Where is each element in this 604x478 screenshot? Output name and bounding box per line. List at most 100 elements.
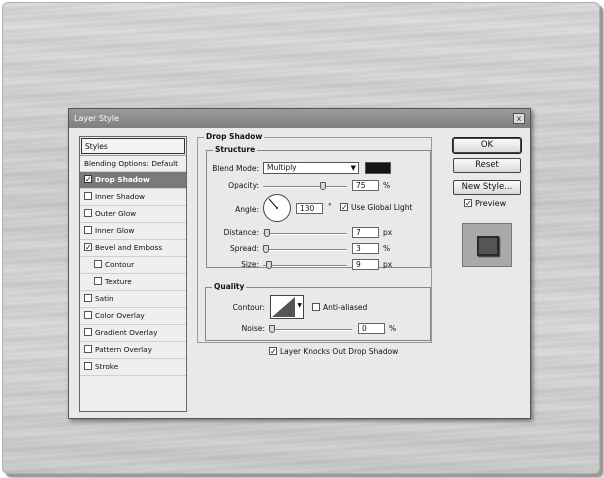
preview-toggle[interactable]: Preview — [464, 199, 506, 208]
style-label: Outer Glow — [95, 209, 137, 218]
layer-knocks-out-checkbox[interactable] — [269, 347, 277, 355]
distance-slider-thumb[interactable] — [264, 229, 270, 237]
structure-title: Structure — [213, 145, 258, 154]
noise-slider-thumb[interactable] — [269, 325, 275, 333]
style-checkbox[interactable] — [94, 260, 102, 268]
style-checkbox[interactable] — [84, 328, 92, 336]
styles-list-item[interactable]: Contour — [80, 257, 186, 274]
use-global-light[interactable]: Use Global Light — [340, 203, 412, 212]
style-checkbox[interactable] — [84, 345, 92, 353]
size-slider[interactable] — [263, 265, 347, 267]
style-label: Blending Options: Default — [84, 159, 178, 168]
blend-mode-label: Blend Mode: — [212, 164, 259, 173]
close-button[interactable]: x — [513, 113, 525, 124]
spread-input[interactable]: 3 — [352, 243, 379, 254]
style-checkbox[interactable] — [84, 226, 92, 234]
quality-title: Quality — [212, 282, 247, 291]
layer-knocks-out-label: Layer Knocks Out Drop Shadow — [280, 347, 399, 356]
size-label: Size: — [241, 260, 259, 269]
style-label: Drop Shadow — [95, 175, 150, 184]
dialog-titlebar[interactable]: Layer Style x — [69, 109, 530, 128]
size-unit: px — [383, 260, 393, 269]
styles-list-item[interactable]: Bevel and Emboss — [80, 240, 186, 257]
close-icon: x — [516, 114, 522, 123]
styles-list-item[interactable]: Drop Shadow — [80, 172, 186, 189]
spread-slider-thumb[interactable] — [263, 245, 269, 253]
styles-list: Styles Blending Options: Default Drop Sha… — [79, 136, 187, 412]
blend-mode-value: Multiply — [267, 163, 297, 172]
reset-button[interactable]: Reset — [453, 158, 521, 173]
style-label: Satin — [95, 294, 114, 303]
opacity-input[interactable]: 75 — [352, 180, 379, 191]
size-slider-thumb[interactable] — [266, 261, 272, 269]
opacity-label: Opacity: — [228, 181, 259, 190]
preview-label: Preview — [475, 199, 507, 208]
preview-swatch — [477, 236, 499, 256]
layer-style-dialog: Layer Style x Styles Blending Options: D… — [68, 108, 531, 419]
layer-knocks-out[interactable]: Layer Knocks Out Drop Shadow — [269, 347, 398, 356]
use-global-light-checkbox[interactable] — [340, 203, 348, 211]
angle-needle-icon — [268, 198, 278, 209]
angle-dial[interactable] — [263, 194, 291, 222]
style-label: Texture — [105, 277, 132, 286]
contour-label: Contour: — [232, 303, 265, 312]
distance-input[interactable]: 7 — [352, 227, 379, 238]
styles-list-header[interactable]: Styles — [81, 138, 185, 154]
shadow-color-swatch[interactable] — [365, 162, 391, 174]
noise-unit: % — [389, 324, 397, 333]
opacity-slider[interactable] — [263, 186, 347, 188]
styles-list-item[interactable]: Outer Glow — [80, 206, 186, 223]
style-label: Bevel and Emboss — [95, 243, 163, 252]
style-checkbox[interactable] — [84, 192, 92, 200]
angle-unit: ° — [328, 202, 332, 211]
styles-list-item[interactable]: Satin — [80, 291, 186, 308]
angle-input[interactable]: 130 — [296, 203, 323, 214]
contour-curve-icon — [272, 297, 295, 317]
drop-shadow-title: Drop Shadow — [204, 132, 265, 141]
anti-aliased-label: Anti-aliased — [323, 303, 368, 312]
distance-slider[interactable] — [263, 233, 347, 235]
size-input[interactable]: 9 — [352, 259, 379, 270]
anti-aliased[interactable]: Anti-aliased — [312, 303, 367, 312]
styles-list-item[interactable]: Blending Options: Default — [80, 155, 186, 172]
styles-list-item[interactable]: Color Overlay — [80, 308, 186, 325]
ok-button[interactable]: OK — [453, 138, 521, 153]
contour-picker[interactable]: ▼ — [270, 295, 304, 319]
noise-slider[interactable] — [270, 329, 352, 331]
style-checkbox[interactable] — [84, 294, 92, 302]
styles-list-item[interactable]: Stroke — [80, 359, 186, 376]
spread-slider[interactable] — [263, 249, 347, 251]
styles-list-item[interactable]: Pattern Overlay — [80, 342, 186, 359]
distance-label: Distance: — [223, 228, 259, 237]
style-checkbox[interactable] — [84, 311, 92, 319]
anti-aliased-checkbox[interactable] — [312, 303, 320, 311]
style-label: Stroke — [95, 362, 119, 371]
style-label: Contour — [105, 260, 135, 269]
spread-unit: % — [383, 244, 391, 253]
quality-group: Quality Contour: ▼ Anti-aliased Noise: 0… — [205, 282, 431, 341]
preview-thumbnail — [462, 223, 512, 267]
style-label: Inner Shadow — [95, 192, 146, 201]
noise-input[interactable]: 0 — [358, 323, 385, 334]
noise-label: Noise: — [241, 324, 265, 333]
style-label: Color Overlay — [95, 311, 145, 320]
structure-group: Structure Blend Mode: Multiply ▼ Opacity… — [206, 145, 431, 270]
opacity-unit: % — [383, 181, 391, 190]
styles-list-item[interactable]: Gradient Overlay — [80, 325, 186, 342]
preview-checkbox[interactable] — [464, 199, 472, 207]
style-checkbox[interactable] — [84, 362, 92, 370]
style-checkbox[interactable] — [94, 277, 102, 285]
styles-list-item[interactable]: Inner Shadow — [80, 189, 186, 206]
chevron-down-icon: ▼ — [350, 164, 356, 172]
styles-list-item[interactable]: Texture — [80, 274, 186, 291]
angle-label: Angle: — [235, 205, 259, 214]
opacity-slider-thumb[interactable] — [320, 182, 326, 190]
new-style-button[interactable]: New Style... — [453, 180, 521, 195]
blend-mode-select[interactable]: Multiply ▼ — [263, 162, 359, 174]
style-checkbox[interactable] — [84, 209, 92, 217]
style-checkbox[interactable] — [84, 243, 92, 251]
style-checkbox[interactable] — [84, 175, 92, 183]
styles-list-item[interactable]: Inner Glow — [80, 223, 186, 240]
dialog-title: Layer Style — [74, 114, 119, 123]
distance-unit: px — [383, 228, 393, 237]
